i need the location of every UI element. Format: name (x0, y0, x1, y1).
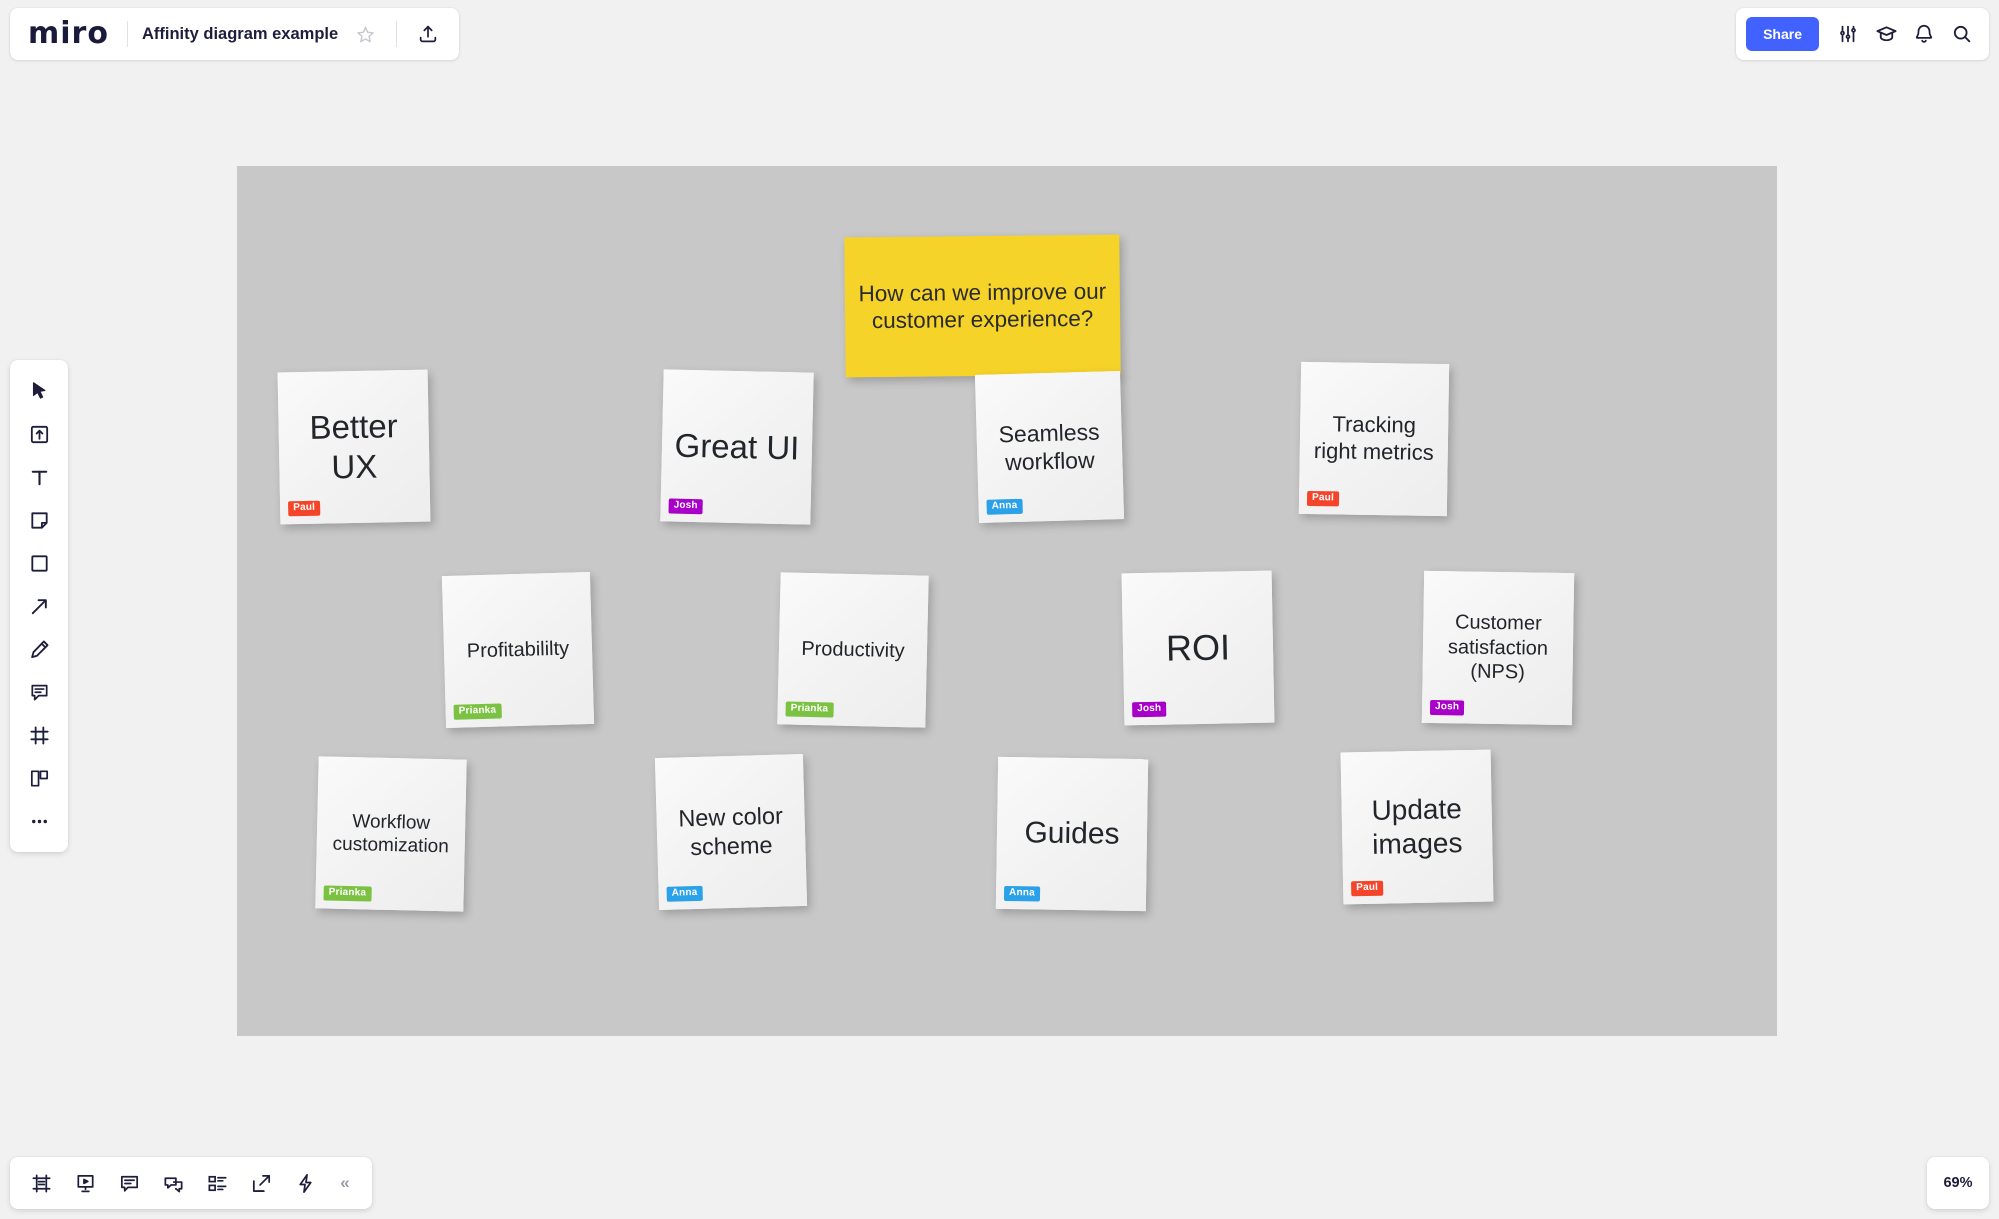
upload-icon[interactable] (18, 413, 60, 455)
shape-square-icon[interactable] (18, 542, 60, 584)
lightning-icon[interactable] (284, 1162, 326, 1204)
sticky-note[interactable]: Seamless workflow Anna (974, 371, 1125, 523)
graduation-cap-icon[interactable] (1869, 17, 1903, 51)
author-tag: Prianka (323, 885, 372, 902)
cursor-select-icon[interactable] (18, 370, 60, 412)
sticky-note-text: Workflow customization (332, 810, 450, 858)
divider (396, 21, 398, 47)
sticky-note[interactable]: Great UI Josh (660, 369, 814, 525)
divider (126, 21, 128, 47)
chat-icon[interactable] (152, 1162, 194, 1204)
zoom-level[interactable]: 69% (1927, 1157, 1989, 1209)
sticky-note-text: Guides (1024, 815, 1120, 851)
sticky-note-text: New color scheme (677, 802, 784, 861)
sticky-note[interactable]: Tracking right metrics Paul (1298, 361, 1450, 517)
page-title[interactable]: Affinity diagram example (142, 25, 338, 44)
sticky-note[interactable]: Better UX Paul (277, 369, 431, 525)
board-title-card: miro Affinity diagram example (10, 8, 460, 60)
export-icon[interactable] (240, 1162, 282, 1204)
sticky-note-icon[interactable] (18, 499, 60, 541)
sticky-note[interactable]: Guides Anna (995, 756, 1149, 912)
presentation-icon[interactable] (64, 1162, 106, 1204)
share-button[interactable]: Share (1746, 17, 1819, 51)
collapse-toolbar-button[interactable]: « (328, 1162, 362, 1204)
text-icon[interactable] (18, 456, 60, 498)
star-icon[interactable] (348, 17, 382, 51)
author-tag: Josh (1429, 699, 1465, 716)
author-tag: Josh (668, 498, 703, 515)
board-frame[interactable]: How can we improve our customer experien… (237, 166, 1777, 1036)
comments-icon[interactable] (108, 1162, 150, 1204)
sticky-note-text: Seamless workflow (998, 418, 1100, 476)
sticky-note[interactable]: New color scheme Anna (654, 753, 808, 911)
sticky-note-text: How can we improve our customer experien… (858, 278, 1107, 334)
miro-logo[interactable]: miro (28, 19, 113, 49)
sticky-note[interactable]: ROI Josh (1121, 570, 1275, 726)
sticky-note-text: Profitabililty (466, 637, 570, 663)
sticky-note[interactable]: Update images Paul (1340, 749, 1494, 905)
sticky-note[interactable]: Profitabililty Prianka (441, 571, 595, 729)
author-tag: Paul (288, 500, 321, 517)
author-tag: Anna (1003, 885, 1040, 902)
sticky-note-text: Tracking right metrics (1313, 411, 1434, 465)
author-tag: Josh (1132, 701, 1167, 718)
sticky-note-text: Productivity (801, 637, 905, 662)
bottom-toolbar: « (10, 1157, 372, 1209)
sticky-note-text: Customer satisfaction (NPS) (1447, 611, 1549, 684)
bell-icon[interactable] (1907, 17, 1941, 51)
author-tag: Anna (986, 498, 1023, 515)
sliders-icon[interactable] (1831, 17, 1865, 51)
pen-icon[interactable] (18, 628, 60, 670)
sticky-note-text: Better UX (309, 406, 398, 486)
frame-icon[interactable] (18, 714, 60, 756)
author-tag: Paul (1351, 880, 1384, 897)
author-tag: Prianka (785, 701, 834, 718)
author-tag: Anna (666, 885, 703, 902)
sticky-note-text: Great UI (674, 426, 800, 467)
comment-icon[interactable] (18, 671, 60, 713)
more-icon[interactable] (18, 800, 60, 842)
sticky-note[interactable]: Customer satisfaction (NPS) Josh (1421, 570, 1575, 726)
sticky-note[interactable]: Productivity Prianka (777, 572, 929, 728)
author-tag: Prianka (453, 703, 502, 720)
author-tag: Paul (1306, 490, 1340, 507)
upload-icon[interactable] (411, 17, 445, 51)
arrow-connector-icon[interactable] (18, 585, 60, 627)
sticky-note-question[interactable]: How can we improve our customer experien… (844, 234, 1121, 378)
top-bar: miro Affinity diagram example Share (0, 0, 1999, 68)
frames-panel-icon[interactable] (20, 1162, 62, 1204)
cards-list-icon[interactable] (196, 1162, 238, 1204)
left-toolbar (10, 360, 68, 852)
board-canvas[interactable]: How can we improve our customer experien… (0, 68, 1999, 1219)
sticky-note-text: ROI (1165, 626, 1231, 669)
sticky-note-text: Update images (1371, 792, 1463, 860)
top-right-actions: Share (1736, 8, 1989, 60)
templates-icon[interactable] (18, 757, 60, 799)
sticky-note[interactable]: Workflow customization Prianka (315, 756, 467, 912)
search-icon[interactable] (1945, 17, 1979, 51)
